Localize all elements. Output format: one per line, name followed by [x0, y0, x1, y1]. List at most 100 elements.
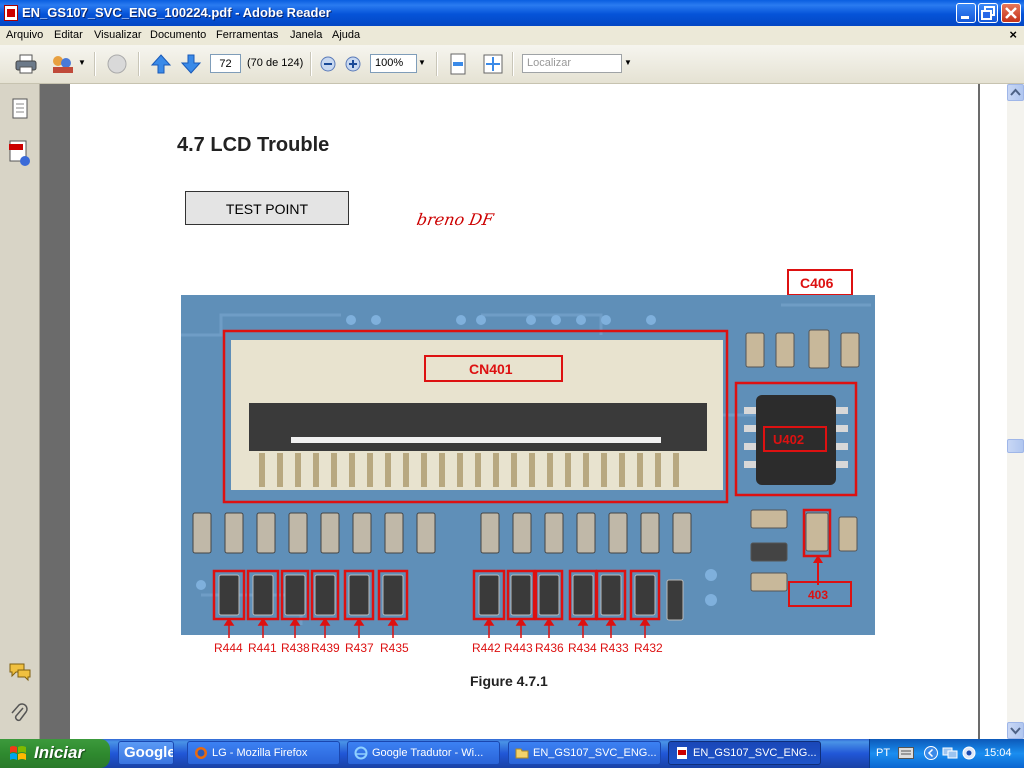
toolbar-separator — [512, 52, 514, 76]
r444-label: R444 — [214, 641, 243, 655]
resistor-arrows — [223, 618, 651, 638]
menu-visualizar[interactable]: Visualizar — [94, 29, 142, 41]
pdf-page: 4.7 LCD Trouble TEST POINT breno DF C406 — [70, 84, 978, 739]
u402-label-box: U402 — [763, 426, 827, 452]
navigation-sidebar — [0, 84, 40, 739]
cn401-label-box: CN401 — [424, 355, 563, 382]
document-close-icon[interactable]: × — [1009, 27, 1017, 42]
task-label: LG - Mozilla Firefox — [212, 747, 308, 759]
page-number-input[interactable]: 72 — [210, 54, 241, 73]
collaborate-icon[interactable] — [50, 53, 76, 75]
scroll-up-button[interactable] — [1007, 84, 1024, 101]
task-label: Google Tradutor - Wi... — [372, 747, 484, 759]
zoom-dropdown-icon[interactable]: ▼ — [418, 58, 426, 67]
start-button[interactable]: Iniciar — [0, 739, 110, 768]
arrow-down-icon — [1010, 727, 1021, 735]
test-point-box: TEST POINT — [185, 191, 349, 225]
vertical-scrollbar[interactable] — [1007, 84, 1024, 739]
minimize-button[interactable] — [956, 3, 976, 23]
task-folder[interactable]: EN_GS107_SVC_ENG... — [508, 741, 661, 765]
restore-icon — [981, 6, 995, 20]
task-label: EN_GS107_SVC_ENG... — [533, 747, 657, 759]
pdf-icon — [677, 747, 687, 759]
r442-label: R442 — [472, 641, 501, 655]
pcb-photo: CN401 U402 403 — [181, 295, 875, 635]
title-bar: EN_GS107_SVC_ENG_100224.pdf - Adobe Read… — [0, 0, 1024, 26]
menu-arquivo[interactable]: Arquivo — [6, 29, 43, 41]
fit-width-icon[interactable] — [448, 53, 468, 75]
cn401-label: CN401 — [469, 361, 513, 377]
r438-label: R438 — [281, 641, 310, 655]
keyboard-icon[interactable] — [898, 747, 914, 759]
menu-documento[interactable]: Documento — [150, 29, 206, 41]
r436-label: R436 — [535, 641, 564, 655]
zoom-level-input[interactable]: 100% — [370, 54, 417, 73]
restore-button[interactable] — [978, 3, 998, 23]
window-title: EN_GS107_SVC_ENG_100224.pdf - Adobe Read… — [22, 5, 331, 20]
toolbar-separator — [436, 52, 438, 76]
menu-ferramentas[interactable]: Ferramentas — [216, 29, 278, 41]
task-adobe-reader[interactable]: EN_GS107_SVC_ENG... — [668, 741, 821, 765]
taskbar: Iniciar Google LG - Mozilla Firefox Goog… — [0, 739, 1024, 768]
clock[interactable]: 15:04 — [984, 747, 1012, 759]
system-tray: PT 15:04 — [869, 739, 1024, 768]
r433-label: R433 — [600, 641, 629, 655]
fit-page-icon[interactable] — [482, 53, 504, 75]
signature: breno DF — [415, 210, 495, 229]
paperclip-icon[interactable] — [9, 702, 29, 724]
pcb-drawing — [181, 295, 875, 635]
task-google-translate[interactable]: Google Tradutor - Wi... — [347, 741, 500, 765]
pdf-icon — [4, 5, 18, 21]
task-label: EN_GS107_SVC_ENG... — [693, 747, 817, 759]
google-label: Google — [124, 744, 174, 761]
print-icon[interactable] — [14, 53, 38, 75]
search-dropdown-icon[interactable]: ▼ — [624, 58, 632, 67]
c406-label: C406 — [800, 275, 834, 291]
language-indicator[interactable]: PT — [876, 747, 890, 759]
network-icon[interactable] — [942, 746, 958, 760]
figure-caption: Figure 4.7.1 — [470, 673, 548, 689]
task-firefox[interactable]: LG - Mozilla Firefox — [187, 741, 340, 765]
c406-label-box: C406 — [787, 269, 853, 296]
toolbar-separator — [138, 52, 140, 76]
comments-icon[interactable] — [8, 662, 32, 682]
r432-label: R432 — [634, 641, 663, 655]
hand-tool-icon[interactable] — [104, 53, 130, 75]
toolbar-separator — [94, 52, 96, 76]
menu-ajuda[interactable]: Ajuda — [332, 29, 360, 41]
r441-label: R441 — [248, 641, 277, 655]
page-count: (70 de 124) — [247, 57, 304, 69]
next-page-icon[interactable] — [180, 53, 202, 75]
pages-icon[interactable] — [10, 98, 30, 120]
u402-label: U402 — [773, 432, 805, 447]
scroll-down-button[interactable] — [1007, 722, 1024, 739]
search-input[interactable]: Localizar — [522, 54, 622, 73]
close-button[interactable] — [1001, 3, 1021, 23]
zoom-out-icon[interactable] — [320, 56, 336, 72]
section-heading: 4.7 LCD Trouble — [177, 134, 330, 156]
chevron-left-icon[interactable] — [924, 746, 938, 760]
menu-janela[interactable]: Janela — [290, 29, 322, 41]
zoom-in-icon[interactable] — [345, 56, 361, 72]
previous-page-icon[interactable] — [150, 53, 172, 75]
scroll-thumb[interactable] — [1007, 439, 1024, 453]
c403-label: 403 — [808, 588, 829, 602]
arrow-up-icon — [1010, 88, 1021, 96]
internet-explorer-icon — [354, 746, 368, 760]
antivirus-icon[interactable] — [962, 746, 976, 760]
menu-editar[interactable]: Editar — [54, 29, 83, 41]
r435-label: R435 — [380, 641, 409, 655]
r439-label: R439 — [311, 641, 340, 655]
attachments-pdf-icon[interactable] — [8, 140, 32, 168]
chevron-down-icon[interactable]: ▼ — [78, 58, 86, 67]
r434-label: R434 — [568, 641, 597, 655]
r437-label: R437 — [345, 641, 374, 655]
r443-label: R443 — [504, 641, 533, 655]
folder-icon — [515, 748, 529, 759]
google-toolbar-button[interactable]: Google — [118, 741, 174, 765]
windows-flag-icon — [10, 746, 26, 760]
toolbar-separator — [310, 52, 312, 76]
start-label: Iniciar — [34, 743, 85, 762]
menu-bar: Arquivo Editar Visualizar Documento Ferr… — [0, 26, 1024, 45]
toolbar: ▼ 72 (70 de 124) 100% ▼ Localizar ▼ — [0, 45, 1024, 84]
